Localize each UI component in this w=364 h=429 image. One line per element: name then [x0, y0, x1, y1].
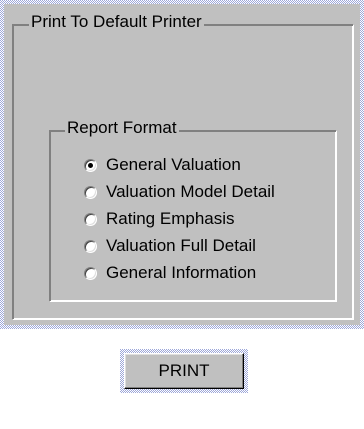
print-group-title: Print To Default Printer	[29, 12, 204, 32]
radio-label: General Valuation	[106, 155, 241, 174]
radio-valuation-full-detail[interactable]: Valuation Full Detail	[84, 235, 256, 257]
dialog-frame: Print To Default Printer Report Format G…	[0, 0, 364, 329]
radio-label: Valuation Model Detail	[106, 182, 275, 201]
radio-label: Valuation Full Detail	[106, 236, 256, 255]
print-button-frame: PRINT	[120, 349, 248, 393]
radio-unselected-icon[interactable]	[84, 239, 97, 253]
radio-label: General Information	[106, 263, 257, 282]
radio-selected-icon[interactable]	[84, 158, 97, 172]
radio-unselected-icon[interactable]	[84, 212, 97, 226]
radio-general-valuation[interactable]: General Valuation	[84, 154, 241, 176]
print-panel: Print To Default Printer Report Format G…	[4, 4, 360, 325]
radio-unselected-icon[interactable]	[84, 185, 97, 199]
radio-unselected-icon[interactable]	[84, 266, 97, 280]
radio-valuation-model-detail[interactable]: Valuation Model Detail	[84, 181, 275, 203]
radio-rating-emphasis[interactable]: Rating Emphasis	[84, 208, 235, 230]
print-button[interactable]: PRINT	[124, 353, 244, 389]
report-format-title: Report Format	[65, 118, 179, 138]
radio-general-information[interactable]: General Information	[84, 262, 256, 284]
radio-label: Rating Emphasis	[106, 209, 235, 228]
